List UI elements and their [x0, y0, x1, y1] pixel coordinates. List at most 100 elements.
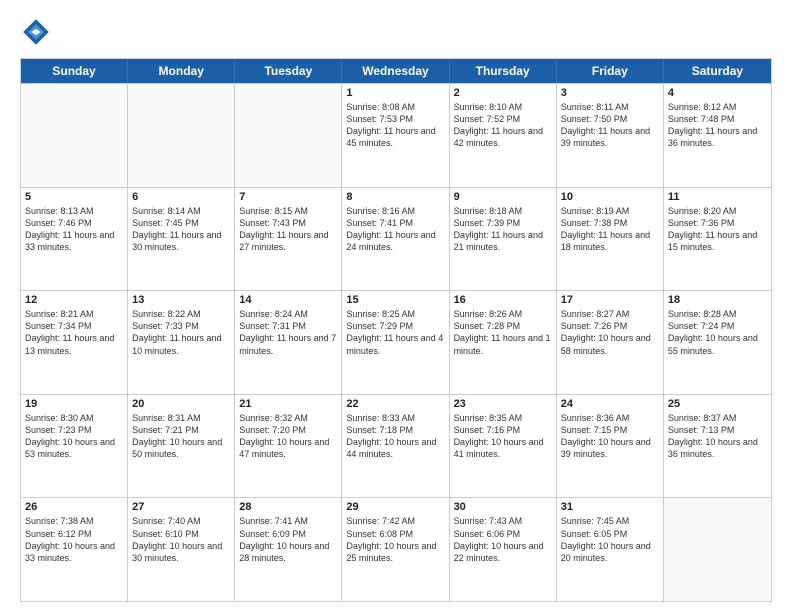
day-cell-empty-0-1: [128, 84, 235, 187]
day-info: Sunrise: 8:33 AM Sunset: 7:18 PM Dayligh…: [346, 412, 444, 461]
day-cell-12: 12 Sunrise: 8:21 AM Sunset: 7:34 PM Dayli…: [21, 291, 128, 394]
calendar: SundayMondayTuesdayWednesdayThursdayFrid…: [20, 58, 772, 602]
day-number: 27: [132, 501, 230, 513]
weekday-header-thursday: Thursday: [450, 59, 557, 83]
day-number: 3: [561, 87, 659, 99]
weekday-header-tuesday: Tuesday: [235, 59, 342, 83]
day-cell-18: 18 Sunrise: 8:28 AM Sunset: 7:24 PM Dayli…: [664, 291, 771, 394]
logo-icon: [20, 16, 52, 48]
calendar-header: SundayMondayTuesdayWednesdayThursdayFrid…: [21, 59, 771, 83]
day-cell-25: 25 Sunrise: 8:37 AM Sunset: 7:13 PM Dayli…: [664, 395, 771, 498]
day-info: Sunrise: 8:14 AM Sunset: 7:45 PM Dayligh…: [132, 205, 230, 254]
weekday-header-friday: Friday: [557, 59, 664, 83]
day-cell-7: 7 Sunrise: 8:15 AM Sunset: 7:43 PM Daylig…: [235, 188, 342, 291]
day-number: 4: [668, 87, 767, 99]
day-cell-9: 9 Sunrise: 8:18 AM Sunset: 7:39 PM Daylig…: [450, 188, 557, 291]
day-info: Sunrise: 8:35 AM Sunset: 7:16 PM Dayligh…: [454, 412, 552, 461]
day-info: Sunrise: 7:43 AM Sunset: 6:06 PM Dayligh…: [454, 515, 552, 564]
day-info: Sunrise: 7:40 AM Sunset: 6:10 PM Dayligh…: [132, 515, 230, 564]
day-info: Sunrise: 8:16 AM Sunset: 7:41 PM Dayligh…: [346, 205, 444, 254]
day-number: 30: [454, 501, 552, 513]
day-cell-29: 29Sunrise: 7:42 AM Sunset: 6:08 PM Dayli…: [342, 498, 449, 601]
day-cell-15: 15Sunrise: 8:25 AM Sunset: 7:29 PM Dayli…: [342, 291, 449, 394]
day-cell-3: 3Sunrise: 8:11 AM Sunset: 7:50 PM Daylig…: [557, 84, 664, 187]
day-number: 8: [346, 191, 444, 203]
day-number: 7: [239, 191, 337, 203]
calendar-row-5: 26Sunrise: 7:38 AM Sunset: 6:12 PM Dayli…: [21, 497, 771, 601]
day-cell-17: 17 Sunrise: 8:27 AM Sunset: 7:26 PM Dayli…: [557, 291, 664, 394]
day-number: 22: [346, 398, 444, 410]
day-cell-20: 20 Sunrise: 8:31 AM Sunset: 7:21 PM Dayli…: [128, 395, 235, 498]
day-cell-16: 16 Sunrise: 8:26 AM Sunset: 7:28 PM Dayli…: [450, 291, 557, 394]
day-cell-28: 28Sunrise: 7:41 AM Sunset: 6:09 PM Dayli…: [235, 498, 342, 601]
day-cell-30: 30 Sunrise: 7:43 AM Sunset: 6:06 PM Dayli…: [450, 498, 557, 601]
day-number: 13: [132, 294, 230, 306]
day-number: 20: [132, 398, 230, 410]
day-cell-2: 2 Sunrise: 8:10 AM Sunset: 7:52 PM Daylig…: [450, 84, 557, 187]
day-info: Sunrise: 8:36 AM Sunset: 7:15 PM Dayligh…: [561, 412, 659, 461]
day-info: Sunrise: 8:30 AM Sunset: 7:23 PM Dayligh…: [25, 412, 123, 461]
day-info: Sunrise: 8:18 AM Sunset: 7:39 PM Dayligh…: [454, 205, 552, 254]
day-cell-empty-0-0: [21, 84, 128, 187]
day-cell-1: 1 Sunrise: 8:08 AM Sunset: 7:53 PM Daylig…: [342, 84, 449, 187]
day-cell-10: 10Sunrise: 8:19 AM Sunset: 7:38 PM Dayli…: [557, 188, 664, 291]
calendar-row-4: 19 Sunrise: 8:30 AM Sunset: 7:23 PM Dayli…: [21, 394, 771, 498]
day-cell-19: 19 Sunrise: 8:30 AM Sunset: 7:23 PM Dayli…: [21, 395, 128, 498]
day-cell-27: 27 Sunrise: 7:40 AM Sunset: 6:10 PM Dayli…: [128, 498, 235, 601]
weekday-header-wednesday: Wednesday: [342, 59, 449, 83]
day-cell-empty-4-6: [664, 498, 771, 601]
calendar-row-3: 12 Sunrise: 8:21 AM Sunset: 7:34 PM Dayli…: [21, 290, 771, 394]
day-info: Sunrise: 8:15 AM Sunset: 7:43 PM Dayligh…: [239, 205, 337, 254]
day-number: 24: [561, 398, 659, 410]
day-info: Sunrise: 8:08 AM Sunset: 7:53 PM Dayligh…: [346, 101, 444, 150]
day-number: 12: [25, 294, 123, 306]
day-info: Sunrise: 8:32 AM Sunset: 7:20 PM Dayligh…: [239, 412, 337, 461]
day-number: 2: [454, 87, 552, 99]
day-cell-24: 24 Sunrise: 8:36 AM Sunset: 7:15 PM Dayli…: [557, 395, 664, 498]
weekday-header-saturday: Saturday: [664, 59, 771, 83]
day-info: Sunrise: 7:42 AM Sunset: 6:08 PM Dayligh…: [346, 515, 444, 564]
header: [20, 16, 772, 48]
day-number: 16: [454, 294, 552, 306]
day-number: 28: [239, 501, 337, 513]
page: SundayMondayTuesdayWednesdayThursdayFrid…: [0, 0, 792, 612]
day-cell-8: 8 Sunrise: 8:16 AM Sunset: 7:41 PM Daylig…: [342, 188, 449, 291]
day-number: 1: [346, 87, 444, 99]
day-cell-13: 13Sunrise: 8:22 AM Sunset: 7:33 PM Dayli…: [128, 291, 235, 394]
day-info: Sunrise: 8:24 AM Sunset: 7:31 PM Dayligh…: [239, 308, 337, 357]
day-info: Sunrise: 8:31 AM Sunset: 7:21 PM Dayligh…: [132, 412, 230, 461]
day-number: 15: [346, 294, 444, 306]
day-number: 11: [668, 191, 767, 203]
day-cell-5: 5Sunrise: 8:13 AM Sunset: 7:46 PM Daylig…: [21, 188, 128, 291]
day-number: 23: [454, 398, 552, 410]
day-number: 31: [561, 501, 659, 513]
weekday-header-sunday: Sunday: [21, 59, 128, 83]
day-number: 19: [25, 398, 123, 410]
day-info: Sunrise: 8:10 AM Sunset: 7:52 PM Dayligh…: [454, 101, 552, 150]
day-number: 5: [25, 191, 123, 203]
weekday-header-monday: Monday: [128, 59, 235, 83]
day-cell-22: 22 Sunrise: 8:33 AM Sunset: 7:18 PM Dayli…: [342, 395, 449, 498]
day-number: 9: [454, 191, 552, 203]
day-cell-6: 6 Sunrise: 8:14 AM Sunset: 7:45 PM Daylig…: [128, 188, 235, 291]
day-number: 14: [239, 294, 337, 306]
day-number: 6: [132, 191, 230, 203]
day-number: 18: [668, 294, 767, 306]
day-cell-21: 21Sunrise: 8:32 AM Sunset: 7:20 PM Dayli…: [235, 395, 342, 498]
day-cell-4: 4Sunrise: 8:12 AM Sunset: 7:48 PM Daylig…: [664, 84, 771, 187]
day-cell-empty-0-2: [235, 84, 342, 187]
day-cell-23: 23 Sunrise: 8:35 AM Sunset: 7:16 PM Dayli…: [450, 395, 557, 498]
day-info: Sunrise: 8:27 AM Sunset: 7:26 PM Dayligh…: [561, 308, 659, 357]
day-info: Sunrise: 7:38 AM Sunset: 6:12 PM Dayligh…: [25, 515, 123, 564]
calendar-row-2: 5Sunrise: 8:13 AM Sunset: 7:46 PM Daylig…: [21, 187, 771, 291]
day-info: Sunrise: 8:26 AM Sunset: 7:28 PM Dayligh…: [454, 308, 552, 357]
day-number: 17: [561, 294, 659, 306]
day-number: 10: [561, 191, 659, 203]
day-number: 25: [668, 398, 767, 410]
calendar-body: 1 Sunrise: 8:08 AM Sunset: 7:53 PM Daylig…: [21, 83, 771, 601]
day-info: Sunrise: 8:21 AM Sunset: 7:34 PM Dayligh…: [25, 308, 123, 357]
day-cell-26: 26Sunrise: 7:38 AM Sunset: 6:12 PM Dayli…: [21, 498, 128, 601]
day-info: Sunrise: 8:37 AM Sunset: 7:13 PM Dayligh…: [668, 412, 767, 461]
day-info: Sunrise: 8:28 AM Sunset: 7:24 PM Dayligh…: [668, 308, 767, 357]
logo: [20, 16, 56, 48]
